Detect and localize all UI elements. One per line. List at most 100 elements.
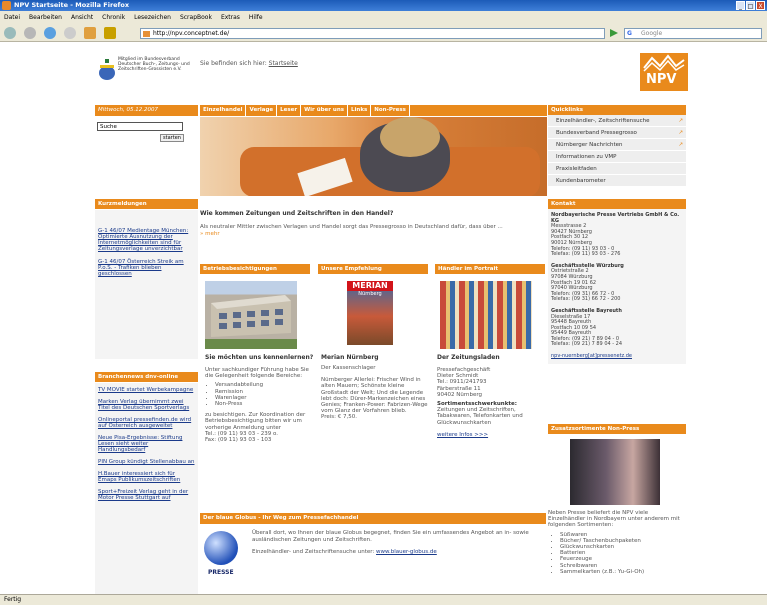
kiosk-photo bbox=[570, 439, 660, 505]
branchennews-link[interactable]: H.Bauer interessiert sich für Emaps Publ… bbox=[98, 471, 195, 483]
close-button[interactable]: X bbox=[756, 1, 765, 10]
intro-heading: Wie kommen Zeitungen und Zeitschriften i… bbox=[200, 210, 394, 217]
quicklinks-heading: Quicklinks bbox=[548, 105, 686, 115]
nav-non-press[interactable]: Non-Press bbox=[371, 105, 410, 116]
menu-bearbeiten[interactable]: Bearbeiten bbox=[29, 11, 62, 24]
quicklink-label: Bundesverband Pressegrosso bbox=[556, 130, 637, 136]
navigation-toolbar: http://npv.conceptnet.de/ Google bbox=[0, 24, 767, 42]
quicklink-item[interactable]: Informationen zu VMP bbox=[548, 151, 686, 163]
quicklink-item[interactable]: Einzelhändler-, Zeitschriftensuche ↗ bbox=[548, 115, 686, 127]
search-bar[interactable]: Google bbox=[624, 28, 762, 39]
betriebsbesichtigungen-title: Sie möchten uns kennenlernen? bbox=[205, 354, 314, 361]
reload-button[interactable] bbox=[44, 27, 56, 39]
web-page: Mitglied im Bundesverband Deutscher Buch… bbox=[0, 43, 767, 594]
haendler-text: Der Zeitungsladen Pressefachgeschäft Die… bbox=[437, 354, 547, 438]
besichtigung-note: zu besichtigen. Zur Koordination der Bet… bbox=[205, 412, 306, 431]
firefox-icon bbox=[2, 1, 11, 10]
menu-extras[interactable]: Extras bbox=[221, 11, 240, 24]
branchennews-link[interactable]: TV MOVIE startet Werbekampagne bbox=[98, 387, 195, 393]
quicklinks-panel: Quicklinks Einzelhändler-, Zeitschriften… bbox=[548, 105, 686, 187]
nav-wir-ueber-uns[interactable]: Wir über uns bbox=[301, 105, 349, 116]
quicklink-item[interactable]: Bundesverband Pressegrosso ↗ bbox=[548, 127, 686, 139]
menu-scrapbook[interactable]: ScrapBook bbox=[180, 11, 212, 24]
merian-cover[interactable]: MERIAN Nürnberg bbox=[347, 281, 393, 345]
back-button[interactable] bbox=[4, 27, 16, 39]
empfehlung-price: Preis: € 7,50. bbox=[321, 414, 357, 421]
betriebsbesichtigungen-heading: Betriebsbesichtigungen bbox=[200, 264, 310, 274]
branchennews-heading: Branchennews dnv-online bbox=[95, 372, 198, 382]
branchennews-link[interactable]: Onlineportal pressefinden.de wird auf Ös… bbox=[98, 417, 195, 429]
external-link-icon: ↗ bbox=[678, 118, 683, 124]
merian-cover-brand: MERIAN bbox=[347, 281, 393, 291]
betriebsbesichtigungen-text: Sie möchten uns kennenlernen? Unter sach… bbox=[205, 354, 315, 443]
kontakt-heading: Kontakt bbox=[548, 199, 686, 209]
menu-chronik[interactable]: Chronik bbox=[102, 11, 125, 24]
menu-datei[interactable]: Datei bbox=[4, 11, 20, 24]
stop-button[interactable] bbox=[64, 27, 76, 39]
betriebsbesichtigungen-body: Unter sachkundiger Führung habe Sie die … bbox=[205, 367, 309, 380]
globus-search-text: Einzelhändler- und Zeitschriftensuche un… bbox=[252, 549, 375, 555]
window-controls: _ □ X bbox=[736, 1, 765, 10]
quicklink-label: Nürnberger Nachrichten bbox=[556, 142, 623, 148]
globus-text: Überall dort, wo Ihnen der blaue Globus … bbox=[252, 530, 542, 556]
quicklink-item[interactable]: Kundenbarometer bbox=[548, 175, 686, 187]
home-icon[interactable] bbox=[84, 27, 96, 39]
intro-text: Als neutraler Mittler zwischen Verlagen … bbox=[200, 224, 540, 237]
kurzmeldungen-box: G-1 46/07 Medientage München: Optimierte… bbox=[95, 210, 198, 359]
association-logo bbox=[98, 59, 116, 81]
intro-body: Als neutraler Mittler zwischen Verlagen … bbox=[200, 224, 503, 230]
branchennews-box: TV MOVIE startet Werbekampagne Marken Ve… bbox=[95, 383, 198, 594]
kurzmeldung-item[interactable]: G-1 46/07 Medientage München: Optimierte… bbox=[98, 228, 195, 252]
kontakt-email-link[interactable]: npv-nuernberg[at]pressenetz.de bbox=[551, 353, 683, 360]
haendler-title: Der Zeitungsladen bbox=[437, 354, 500, 361]
forward-button[interactable] bbox=[24, 27, 36, 39]
breadcrumb: Sie befinden sich hier: Startseite bbox=[200, 60, 298, 67]
branchennews-link[interactable]: Neue Pisa-Ergebnisse: Stiftung Lesen sie… bbox=[98, 435, 195, 453]
besichtigung-item: Non-Press bbox=[215, 401, 315, 407]
quicklink-label: Informationen zu VMP bbox=[556, 154, 617, 160]
go-icon[interactable] bbox=[610, 29, 618, 37]
zusatz-body: Neben Presse beliefert die NPV viele Ein… bbox=[548, 510, 680, 529]
kurzmeldung-item[interactable]: G-1 46/07 Österreich Streik am P.o.S. - … bbox=[98, 259, 195, 277]
site-search-input[interactable]: Suche bbox=[97, 122, 183, 131]
nav-verlage[interactable]: Verlage bbox=[246, 105, 278, 116]
haendler-more-link[interactable]: weitere Infos >>> bbox=[437, 432, 547, 438]
branchennews-link[interactable]: Marken Verlag übernimmt zwei Titel des D… bbox=[98, 399, 195, 411]
quicklink-label: Praxisleitfaden bbox=[556, 166, 597, 172]
menu-ansicht[interactable]: Ansicht bbox=[71, 11, 93, 24]
maximize-button[interactable]: □ bbox=[746, 1, 755, 10]
menu-bar: Datei Bearbeiten Ansicht Chronik Lesezei… bbox=[0, 11, 767, 24]
presse-label: PRESSE bbox=[208, 569, 234, 576]
nav-einzelhandel[interactable]: Einzelhandel bbox=[200, 105, 247, 116]
minimize-button[interactable]: _ bbox=[736, 1, 745, 10]
empfehlung-text: Merian Nürnberg Der Kassenschlager Nürnb… bbox=[321, 354, 431, 421]
branchennews-link[interactable]: Sport+Freizeit Verlag geht in der Motor … bbox=[98, 489, 195, 501]
npv-logo[interactable]: NPV bbox=[640, 53, 688, 91]
zusatz-heading: Zusatzsortimente Non-Press bbox=[548, 424, 686, 434]
branchennews-link[interactable]: PIN Group kündigt Stellenabbau an bbox=[98, 459, 195, 465]
merian-cover-sub: Nürnberg bbox=[358, 291, 382, 297]
nav-links[interactable]: Links bbox=[348, 105, 372, 116]
globus-link[interactable]: www.blauer-globus.de bbox=[376, 549, 437, 555]
haendler-sortiment: Zeitungen und Zeitschriften, Tabakwaren,… bbox=[437, 407, 523, 426]
menu-lesezeichen[interactable]: Lesezeichen bbox=[134, 11, 171, 24]
nav-leser[interactable]: Leser bbox=[277, 105, 302, 116]
globus-body: Überall dort, wo Ihnen der blaue Globus … bbox=[252, 530, 529, 543]
empfehlung-heading: Unsere Empfehlung bbox=[318, 264, 428, 274]
external-link-icon: ↗ bbox=[678, 142, 683, 148]
breadcrumb-prefix: Sie befinden sich hier: bbox=[200, 60, 267, 67]
scrapbook-icon[interactable] bbox=[104, 27, 116, 39]
haendler-line: 90402 Nürnberg bbox=[437, 391, 483, 398]
quicklink-item[interactable]: Praxisleitfaden bbox=[548, 163, 686, 175]
intro-more-link[interactable]: » mehr bbox=[200, 231, 220, 237]
globus-heading: Der blaue Globus - Ihr Weg zum Pressefac… bbox=[200, 513, 546, 524]
search-submit-button[interactable]: starten bbox=[160, 134, 184, 142]
shop-photo bbox=[440, 281, 532, 349]
breadcrumb-link-startseite[interactable]: Startseite bbox=[269, 60, 298, 67]
hero-image bbox=[200, 117, 547, 196]
window-title: NPV Startseite - Mozilla Firefox bbox=[14, 1, 130, 9]
npv-brand-text: NPV bbox=[646, 72, 677, 87]
url-bar[interactable]: http://npv.conceptnet.de/ bbox=[140, 28, 605, 39]
menu-hilfe[interactable]: Hilfe bbox=[249, 11, 263, 24]
quicklink-item[interactable]: Nürnberger Nachrichten ↗ bbox=[548, 139, 686, 151]
